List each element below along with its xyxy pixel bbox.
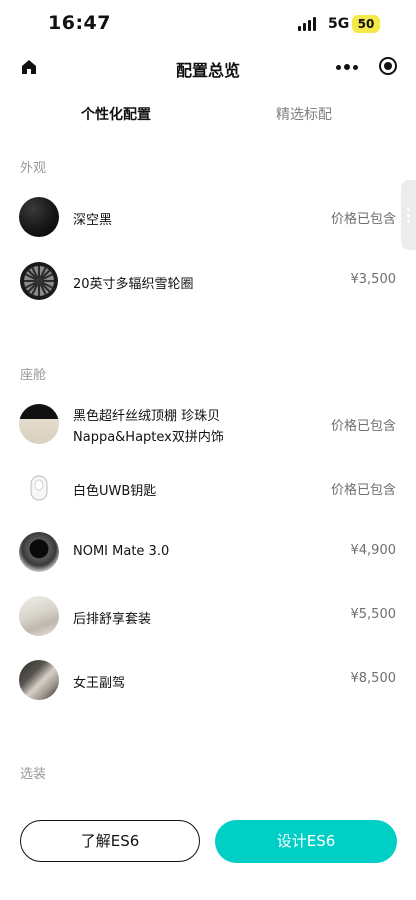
list-item: 白色UWB钥匙 价格已包含	[0, 466, 416, 510]
status-bar: 16:47 5G 50	[0, 0, 416, 48]
item-name: 20英寸多辐织雪轮圈	[73, 277, 194, 292]
interior-swatch-thumbnail	[19, 404, 59, 444]
item-name: 深空黑	[73, 213, 113, 228]
design-es6-button[interactable]: 设计ES6	[215, 820, 397, 863]
item-name-line1: 黑色超纤丝绒顶棚 珍珠贝	[73, 409, 221, 424]
item-price: 价格已包含	[330, 419, 396, 434]
item-price: ¥4,900	[350, 543, 397, 558]
item-price: ¥5,500	[350, 607, 397, 622]
network-label: 5G	[328, 16, 350, 32]
more-icon[interactable]	[336, 57, 358, 77]
item-name: 女王副驾	[73, 676, 126, 691]
close-miniprogram-icon[interactable]	[379, 57, 397, 75]
item-price: 价格已包含	[330, 212, 396, 227]
wheel-thumbnail	[19, 261, 59, 301]
side-drawer-handle[interactable]	[401, 180, 416, 250]
section-label-options: 选装	[20, 767, 47, 782]
list-item: 20英寸多辐织雪轮圈 ¥3,500	[0, 259, 416, 303]
tab-standard-config[interactable]: 精选标配	[276, 104, 332, 124]
item-name: 后排舒享套装	[73, 612, 152, 627]
learn-es6-button[interactable]: 了解ES6	[20, 820, 200, 862]
battery-badge: 50	[352, 15, 380, 33]
list-item: 深空黑 价格已包含	[0, 195, 416, 239]
nomi-thumbnail	[19, 532, 59, 572]
item-price: ¥3,500	[350, 272, 397, 287]
section-label-exterior: 外观	[20, 161, 47, 176]
queen-seat-thumbnail	[19, 660, 59, 700]
key-fob-thumbnail	[19, 468, 59, 508]
status-time: 16:47	[48, 12, 111, 34]
signal-icon	[298, 17, 316, 31]
tab-personalized-config[interactable]: 个性化配置	[81, 104, 151, 124]
nav-bar: 配置总览	[0, 48, 416, 88]
rear-seat-thumbnail	[19, 596, 59, 636]
paint-swatch-thumbnail	[19, 197, 59, 237]
item-name: 黑色超纤丝绒顶棚 珍珠贝 Nappa&Haptex双拼内饰	[73, 406, 224, 448]
item-price: ¥8,500	[350, 671, 397, 686]
item-price: 价格已包含	[330, 483, 396, 498]
section-label-cabin: 座舱	[20, 368, 47, 383]
list-item: 后排舒享套装 ¥5,500	[0, 594, 416, 638]
list-item: 女王副驾 ¥8,500	[0, 658, 416, 702]
item-name: 白色UWB钥匙	[73, 484, 157, 499]
item-name: NOMI Mate 3.0	[73, 544, 170, 559]
list-item: 黑色超纤丝绒顶棚 珍珠贝 Nappa&Haptex双拼内饰 价格已包含	[0, 402, 416, 446]
tab-bar: 个性化配置 精选标配	[0, 104, 416, 132]
list-item: NOMI Mate 3.0 ¥4,900	[0, 530, 416, 574]
item-name-line2: Nappa&Haptex双拼内饰	[73, 430, 224, 445]
